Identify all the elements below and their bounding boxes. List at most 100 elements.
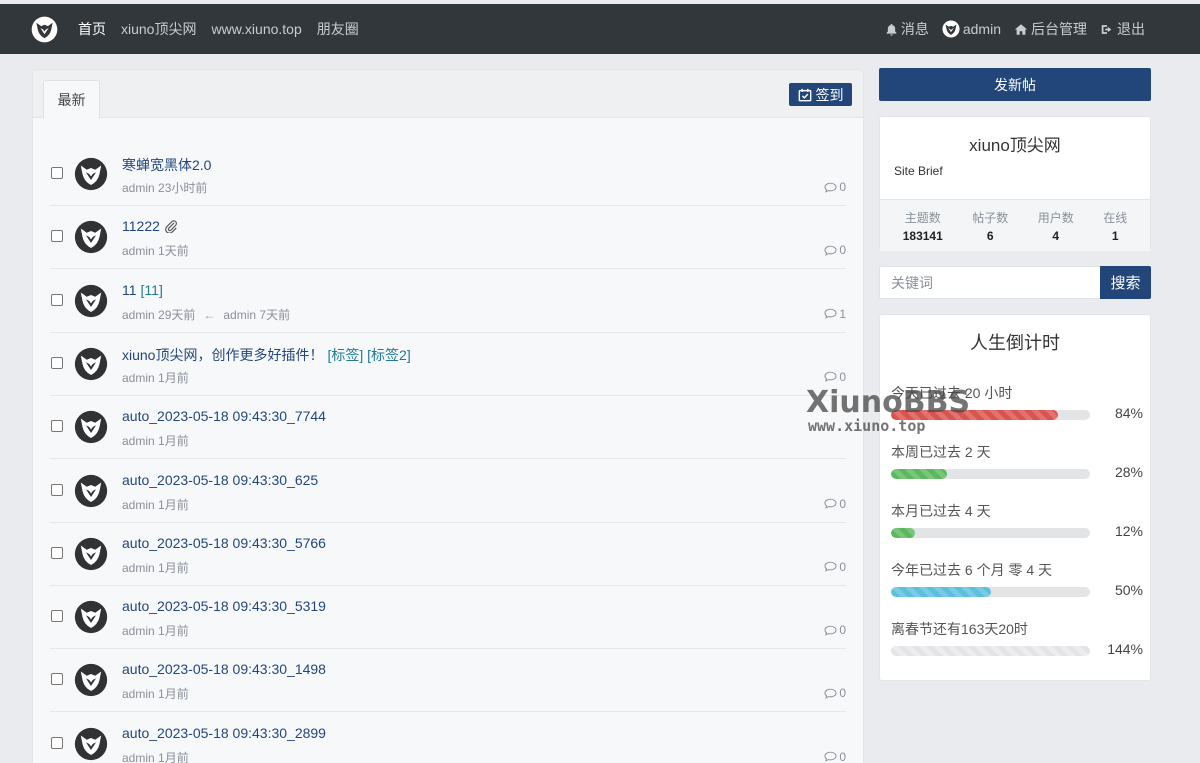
comment-icon bbox=[824, 498, 837, 509]
comment-icon bbox=[824, 372, 837, 383]
thread-checkbox[interactable] bbox=[51, 167, 63, 179]
thread-meta: admin 23小时前 bbox=[122, 179, 207, 196]
author-avatar[interactable] bbox=[74, 474, 108, 508]
thread-meta: admin 1月前 bbox=[122, 749, 189, 763]
thread-row[interactable]: auto_2023-05-18 09:43:30_2899 admin 1月前 0 bbox=[33, 713, 865, 763]
progress-track bbox=[891, 469, 1090, 479]
nav-messages[interactable]: 消息 bbox=[885, 19, 929, 39]
reply-count: 1 bbox=[824, 307, 846, 321]
stat-label: 帖子数 bbox=[972, 211, 1009, 225]
nav-link-xiuno[interactable]: xiuno顶尖网 bbox=[121, 19, 196, 39]
search-button[interactable]: 搜索 bbox=[1100, 266, 1151, 299]
thread-title[interactable]: xiuno顶尖网，创作更多好插件！ [标签] [标签2] bbox=[122, 345, 411, 365]
search-input[interactable] bbox=[879, 266, 1100, 299]
thread-row[interactable]: auto_2023-05-18 09:43:30_5319admin 1月前 0 bbox=[33, 586, 865, 650]
new-post-button[interactable]: 发新帖 bbox=[879, 68, 1151, 101]
thread-row[interactable]: 11 [11] admin 29天前 ← admin 7天前 1 bbox=[33, 270, 865, 333]
stat-label: 在线 bbox=[1103, 211, 1128, 225]
thread-checkbox[interactable] bbox=[51, 356, 63, 369]
home-icon bbox=[1014, 23, 1028, 35]
thread-row[interactable]: 11222 admin 1天前 0 bbox=[33, 206, 865, 270]
life-countdown-card: 人生倒计时 今天已过去 20 小时 84% 本周已过去 2 天 28% 本月已过去 4 … bbox=[879, 314, 1151, 681]
thread-author-time: admin 29天前 bbox=[122, 307, 196, 322]
thread-title-text: auto_2023-05-18 09:43:30_5766 bbox=[122, 534, 326, 551]
progress-label: 本周已过去 2 天 bbox=[891, 444, 991, 460]
author-avatar[interactable] bbox=[74, 410, 108, 444]
thread-title-text: auto_2023-05-18 09:43:30_625 bbox=[122, 471, 319, 488]
thread-row[interactable]: auto_2023-05-18 09:43:30_7744admin 1月前 bbox=[33, 396, 865, 460]
author-avatar[interactable] bbox=[74, 663, 108, 697]
thread-meta: admin 1天前 bbox=[122, 242, 189, 259]
thread-tags[interactable]: [标签] [标签2] bbox=[327, 347, 410, 363]
reply-count: 0 bbox=[824, 623, 846, 637]
thread-meta: admin 1月前 bbox=[122, 432, 189, 449]
last-reply-arrow: ← bbox=[203, 307, 216, 322]
thread-title[interactable]: auto_2023-05-18 09:43:30_2899 bbox=[122, 725, 326, 741]
thread-title[interactable]: 寒蝉宽黑体2.0 bbox=[122, 155, 211, 175]
thread-meta: admin 1月前 bbox=[122, 369, 189, 386]
thread-checkbox[interactable] bbox=[51, 483, 63, 496]
author-avatar[interactable] bbox=[74, 727, 108, 761]
reply-count: 0 bbox=[824, 560, 846, 574]
life-progress-row: 本周已过去 2 天 28% bbox=[891, 442, 1143, 492]
comment-icon bbox=[824, 751, 837, 762]
thread-title-text: auto_2023-05-18 09:43:30_5319 bbox=[122, 598, 326, 615]
thread-title[interactable]: auto_2023-05-18 09:43:30_5766 bbox=[122, 535, 326, 551]
progress-fill bbox=[891, 587, 991, 597]
thread-tags[interactable]: [11] bbox=[141, 282, 163, 298]
site-stats: 主题数 183141 帖子数 6 用户数 4 在线 1 bbox=[880, 199, 1150, 251]
nav-links: 首页 xiuno顶尖网 www.xiuno.top 朋友圈 bbox=[78, 4, 374, 54]
thread-checkbox[interactable] bbox=[51, 673, 63, 686]
thread-title-text: 寒蝉宽黑体2.0 bbox=[122, 157, 212, 173]
author-avatar[interactable] bbox=[74, 537, 108, 571]
nav-link-home[interactable]: 首页 bbox=[78, 19, 106, 39]
thread-title-text: auto_2023-05-18 09:43:30_2899 bbox=[122, 724, 326, 741]
calendar-check-icon bbox=[798, 88, 811, 101]
thread-title[interactable]: auto_2023-05-18 09:43:30_1498 bbox=[122, 661, 326, 677]
reply-count: 0 bbox=[824, 686, 846, 700]
nav-user[interactable]: admin bbox=[942, 20, 1001, 38]
thread-meta: admin 29天前 ← admin 7天前 bbox=[122, 306, 290, 323]
thread-row[interactable]: auto_2023-05-18 09:43:30_625 admin 1月前 0 bbox=[33, 460, 865, 523]
attachment-icon bbox=[165, 220, 177, 234]
author-avatar[interactable] bbox=[74, 157, 108, 191]
thread-checkbox[interactable] bbox=[51, 230, 63, 243]
thread-checkbox[interactable] bbox=[51, 610, 63, 623]
thread-checkbox[interactable] bbox=[51, 293, 63, 306]
nav-link-moments[interactable]: 朋友圈 bbox=[317, 19, 359, 39]
thread-title[interactable]: auto_2023-05-18 09:43:30_625 bbox=[122, 472, 318, 488]
nav-link-website[interactable]: www.xiuno.top bbox=[211, 21, 301, 37]
thread-author-time: admin 1月前 bbox=[122, 750, 189, 763]
thread-title[interactable]: 11 [11] bbox=[122, 282, 163, 298]
progress-track bbox=[891, 587, 1090, 597]
nav-logout[interactable]: 退出 bbox=[1100, 19, 1145, 39]
thread-meta: admin 1月前 bbox=[122, 622, 189, 639]
thread-author-time: admin 1月前 bbox=[122, 370, 189, 385]
checkin-button[interactable]: 签到 bbox=[789, 83, 852, 106]
thread-meta: admin 1月前 bbox=[122, 559, 189, 576]
thread-title[interactable]: 11222 bbox=[122, 218, 178, 234]
last-reply-author-time: admin 7天前 bbox=[223, 307, 291, 322]
thread-checkbox[interactable] bbox=[51, 546, 63, 559]
comment-icon bbox=[824, 625, 837, 636]
progress-fill bbox=[891, 528, 915, 538]
nav-admin[interactable]: 后台管理 bbox=[1014, 19, 1087, 39]
thread-checkbox[interactable] bbox=[51, 420, 63, 433]
stat-threads: 主题数 183141 bbox=[903, 200, 943, 251]
tab-latest[interactable]: 最新 bbox=[43, 80, 100, 118]
site-logo-icon[interactable] bbox=[31, 16, 58, 43]
progress-percent: 144% bbox=[1107, 641, 1143, 657]
thread-checkbox[interactable] bbox=[51, 736, 63, 749]
author-avatar[interactable] bbox=[74, 220, 108, 254]
thread-row[interactable]: xiuno顶尖网，创作更多好插件！ [标签] [标签2] admin 1月前 0 bbox=[33, 333, 865, 396]
author-avatar[interactable] bbox=[74, 347, 108, 381]
thread-title[interactable]: auto_2023-05-18 09:43:30_5319 bbox=[122, 598, 326, 614]
author-avatar[interactable] bbox=[74, 284, 108, 318]
life-progress-row: 离春节还有163天20时 144% bbox=[891, 619, 1143, 669]
author-avatar[interactable] bbox=[74, 600, 108, 634]
thread-row[interactable]: auto_2023-05-18 09:43:30_5766admin 1月前 0 bbox=[33, 523, 865, 586]
thread-row[interactable]: 寒蝉宽黑体2.0 admin 23小时前 0 bbox=[33, 143, 865, 206]
comment-icon bbox=[824, 562, 837, 573]
thread-title[interactable]: auto_2023-05-18 09:43:30_7744 bbox=[122, 408, 326, 424]
thread-row[interactable]: auto_2023-05-18 09:43:30_1498 admin 1月前 0 bbox=[33, 649, 865, 713]
